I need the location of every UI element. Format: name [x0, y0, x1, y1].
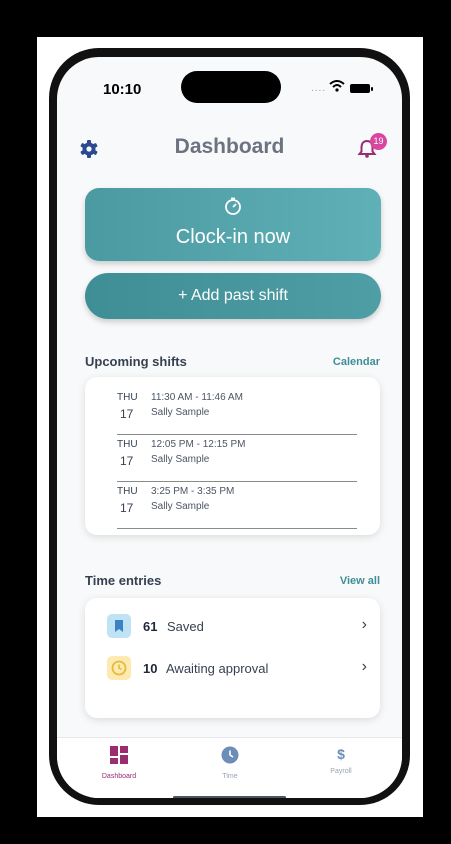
shift-employee: Sally Sample [151, 454, 210, 465]
view-all-link[interactable]: View all [340, 575, 380, 587]
tab-dashboard[interactable]: Dashboard [79, 746, 159, 780]
page-title: Dashboard [174, 135, 285, 158]
dashboard-icon [110, 746, 128, 768]
upcoming-shifts-heading: Upcoming shifts [85, 354, 187, 369]
clock-in-button[interactable]: Clock-in now [85, 188, 381, 261]
shift-row[interactable]: THU 17 12:05 PM - 12:15 PM Sally Sample [117, 437, 357, 482]
tab-label: Payroll [330, 768, 352, 775]
entry-awaiting-approval[interactable]: 10 Awaiting approval › [107, 656, 367, 682]
saved-count: 61 [143, 619, 158, 634]
shift-row[interactable]: THU 17 3:25 PM - 3:35 PM Sally Sample [117, 484, 357, 529]
clock-in-label: Clock-in now [175, 226, 291, 248]
shift-row[interactable]: THU 17 11:30 AM - 11:46 AM Sally Sample [117, 390, 357, 435]
dynamic-island [181, 71, 281, 103]
status-bar: 10:10 .... [57, 57, 402, 117]
bookmark-icon [107, 614, 131, 638]
tab-label: Time [222, 773, 238, 780]
tab-payroll[interactable]: $ Payroll [301, 746, 381, 775]
shift-date: 17 [120, 501, 134, 515]
header: Dashboard 19 [57, 127, 402, 167]
time-entries-heading: Time entries [85, 573, 162, 588]
shift-employee: Sally Sample [151, 501, 210, 512]
tab-time[interactable]: Time [190, 746, 270, 780]
tab-bar: Dashboard Time $ Payroll [57, 737, 402, 798]
timer-icon [223, 196, 243, 221]
chevron-right-icon: › [361, 616, 367, 633]
shift-time: 11:30 AM - 11:46 AM [151, 392, 243, 403]
tab-label: Dashboard [101, 773, 137, 780]
calendar-link[interactable]: Calendar [333, 356, 380, 368]
clock-icon [107, 656, 131, 680]
notification-badge: 19 [370, 133, 387, 150]
time-entries-card: 61 Saved › 10 Awaiting approval › [85, 598, 380, 718]
awaiting-count: 10 [143, 661, 158, 676]
dollar-icon: $ [337, 746, 345, 762]
home-indicator [173, 796, 286, 798]
upcoming-shifts-card: THU 17 11:30 AM - 11:46 AM Sally Sample … [85, 377, 380, 535]
wifi-icon [329, 79, 345, 97]
entry-saved[interactable]: 61 Saved › [107, 614, 367, 640]
shift-time: 12:05 PM - 12:15 PM [151, 439, 246, 450]
status-time: 10:10 [103, 81, 142, 98]
saved-label: Saved [167, 619, 204, 634]
add-past-shift-button[interactable]: + Add past shift [85, 273, 381, 319]
shift-time: 3:25 PM - 3:35 PM [151, 486, 235, 497]
battery-icon [350, 84, 373, 93]
shift-day: THU [117, 439, 138, 450]
chevron-right-icon: › [361, 658, 367, 675]
signal-indicator: .... [311, 83, 327, 94]
shift-day: THU [117, 392, 138, 403]
awaiting-label: Awaiting approval [166, 661, 269, 676]
shift-employee: Sally Sample [151, 407, 210, 418]
shift-date: 17 [120, 407, 134, 421]
shift-date: 17 [120, 454, 134, 468]
app-screen: 10:10 .... Dashboard 19 Clock-in now + A… [57, 57, 402, 798]
shift-day: THU [117, 486, 138, 497]
clock-icon [221, 746, 239, 768]
